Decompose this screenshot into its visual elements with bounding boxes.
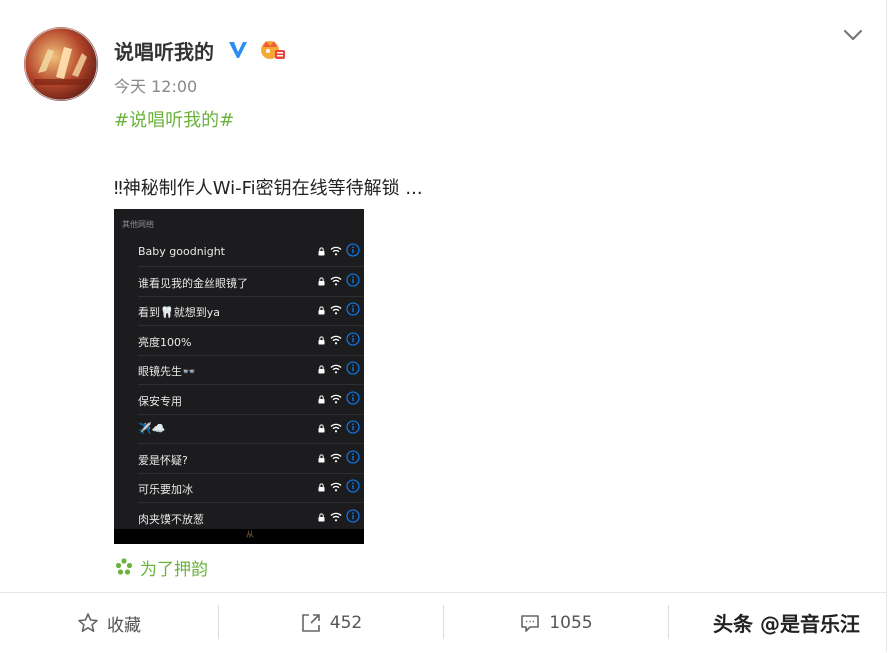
favorite-label: 收藏 xyxy=(107,615,141,636)
wifi-signal-icon xyxy=(330,246,342,256)
wifi-signal-icon xyxy=(330,512,342,521)
repost-icon xyxy=(301,614,320,632)
info-icon[interactable] xyxy=(346,449,360,464)
location-link[interactable]: 为了押韵 xyxy=(140,555,208,580)
info-icon[interactable] xyxy=(346,243,360,257)
repost-button[interactable]: 452 xyxy=(219,593,443,653)
comment-icon xyxy=(521,615,540,632)
lock-icon xyxy=(318,306,325,315)
info-icon[interactable] xyxy=(346,420,360,434)
comment-count: 1055 xyxy=(549,613,593,633)
verified-v-icon xyxy=(229,42,247,58)
lock-icon xyxy=(318,483,325,492)
info-icon[interactable] xyxy=(346,479,360,493)
wifi-network-name: 谁看见我的金丝眼镜了 xyxy=(138,276,248,290)
wifi-network-row[interactable]: 眼镜先生👓 xyxy=(138,355,364,385)
info-icon[interactable] xyxy=(346,331,360,346)
wifi-signal-icon xyxy=(330,335,342,344)
username[interactable]: 说唱听我的 xyxy=(114,36,214,65)
topic-link[interactable]: #说唱听我的# xyxy=(114,106,234,132)
wifi-network-name: 保安专用 xyxy=(138,394,182,408)
avatar[interactable] xyxy=(24,27,98,101)
post-time[interactable]: 今天 12:00 xyxy=(114,73,197,97)
lock-icon xyxy=(318,276,325,285)
location-flower-icon xyxy=(115,558,133,575)
weibo-post-card: 说唱听我的 今天 12:00 #说唱听我的# ‼神秘制作人Wi-Fi密钥在线等待… xyxy=(0,0,887,652)
wifi-signal-icon xyxy=(330,423,342,433)
wifi-signal-icon xyxy=(330,394,342,403)
wifi-bottom-text: 从 xyxy=(246,530,254,539)
info-icon[interactable] xyxy=(346,390,360,405)
wifi-network-row[interactable]: 谁看见我的金丝眼镜了 xyxy=(138,267,364,297)
wifi-network-row[interactable]: ✈️☁️ xyxy=(138,414,364,444)
lock-icon xyxy=(318,247,325,256)
wifi-network-name: Baby goodnight xyxy=(138,245,225,258)
info-icon[interactable] xyxy=(346,508,360,523)
wifi-network-name: 肉夹馍不放葱 xyxy=(138,512,204,526)
wifi-signal-icon xyxy=(330,453,342,462)
lock-icon xyxy=(318,424,325,433)
watermark-text: 头条 @是音乐汪 xyxy=(713,612,860,636)
wifi-bottom-bar: 从 xyxy=(114,529,364,544)
footer-divider xyxy=(668,605,669,639)
favorite-button[interactable]: 收藏 xyxy=(0,593,218,653)
wifi-network-name: 眼镜先生👓 xyxy=(138,365,196,378)
wifi-signal-icon xyxy=(330,482,342,492)
wifi-network-row[interactable]: 肉夹馍不放葱 xyxy=(138,503,364,533)
wifi-network-row[interactable]: 保安专用 xyxy=(138,385,364,415)
wifi-network-row[interactable]: 可乐要加冰 xyxy=(138,473,364,503)
crown-member-icon[interactable] xyxy=(258,36,286,62)
wifi-signal-icon xyxy=(330,276,342,285)
info-icon[interactable] xyxy=(346,302,360,316)
wifi-network-name: 爱是怀疑? xyxy=(138,453,188,467)
info-icon[interactable] xyxy=(346,272,360,287)
comment-button[interactable]: 1055 xyxy=(444,593,668,653)
wifi-network-name: ✈️☁️ xyxy=(138,422,166,435)
info-icon[interactable] xyxy=(346,361,360,375)
wifi-network-row[interactable]: 看到🦷就想到ya xyxy=(138,296,364,326)
wifi-network-name: 可乐要加冰 xyxy=(138,483,193,496)
wifi-signal-icon xyxy=(330,305,342,315)
wifi-network-row[interactable]: Baby goodnight xyxy=(138,237,364,267)
chevron-down-icon[interactable] xyxy=(842,24,864,46)
wifi-list-image[interactable]: 其他网络 Baby goodnight 谁看见我的金丝眼镜了 看到🦷就想到ya 亮度1… xyxy=(114,209,364,544)
lock-icon xyxy=(318,512,325,521)
lock-icon xyxy=(318,335,325,344)
repost-count: 452 xyxy=(329,613,363,633)
lock-icon xyxy=(318,365,325,374)
wifi-section-header: 其他网络 xyxy=(122,220,154,229)
wifi-network-name: 亮度100% xyxy=(138,335,192,349)
lock-icon xyxy=(318,453,325,462)
star-icon xyxy=(78,613,98,632)
wifi-network-row[interactable]: 爱是怀疑? xyxy=(138,444,364,474)
wifi-network-name: 看到🦷就想到ya xyxy=(138,306,220,319)
wifi-network-row[interactable]: 亮度100% xyxy=(138,326,364,356)
wifi-signal-icon xyxy=(330,364,342,374)
lock-icon xyxy=(318,394,325,403)
post-text: ‼神秘制作人Wi-Fi密钥在线等待解锁 ... xyxy=(114,178,423,199)
